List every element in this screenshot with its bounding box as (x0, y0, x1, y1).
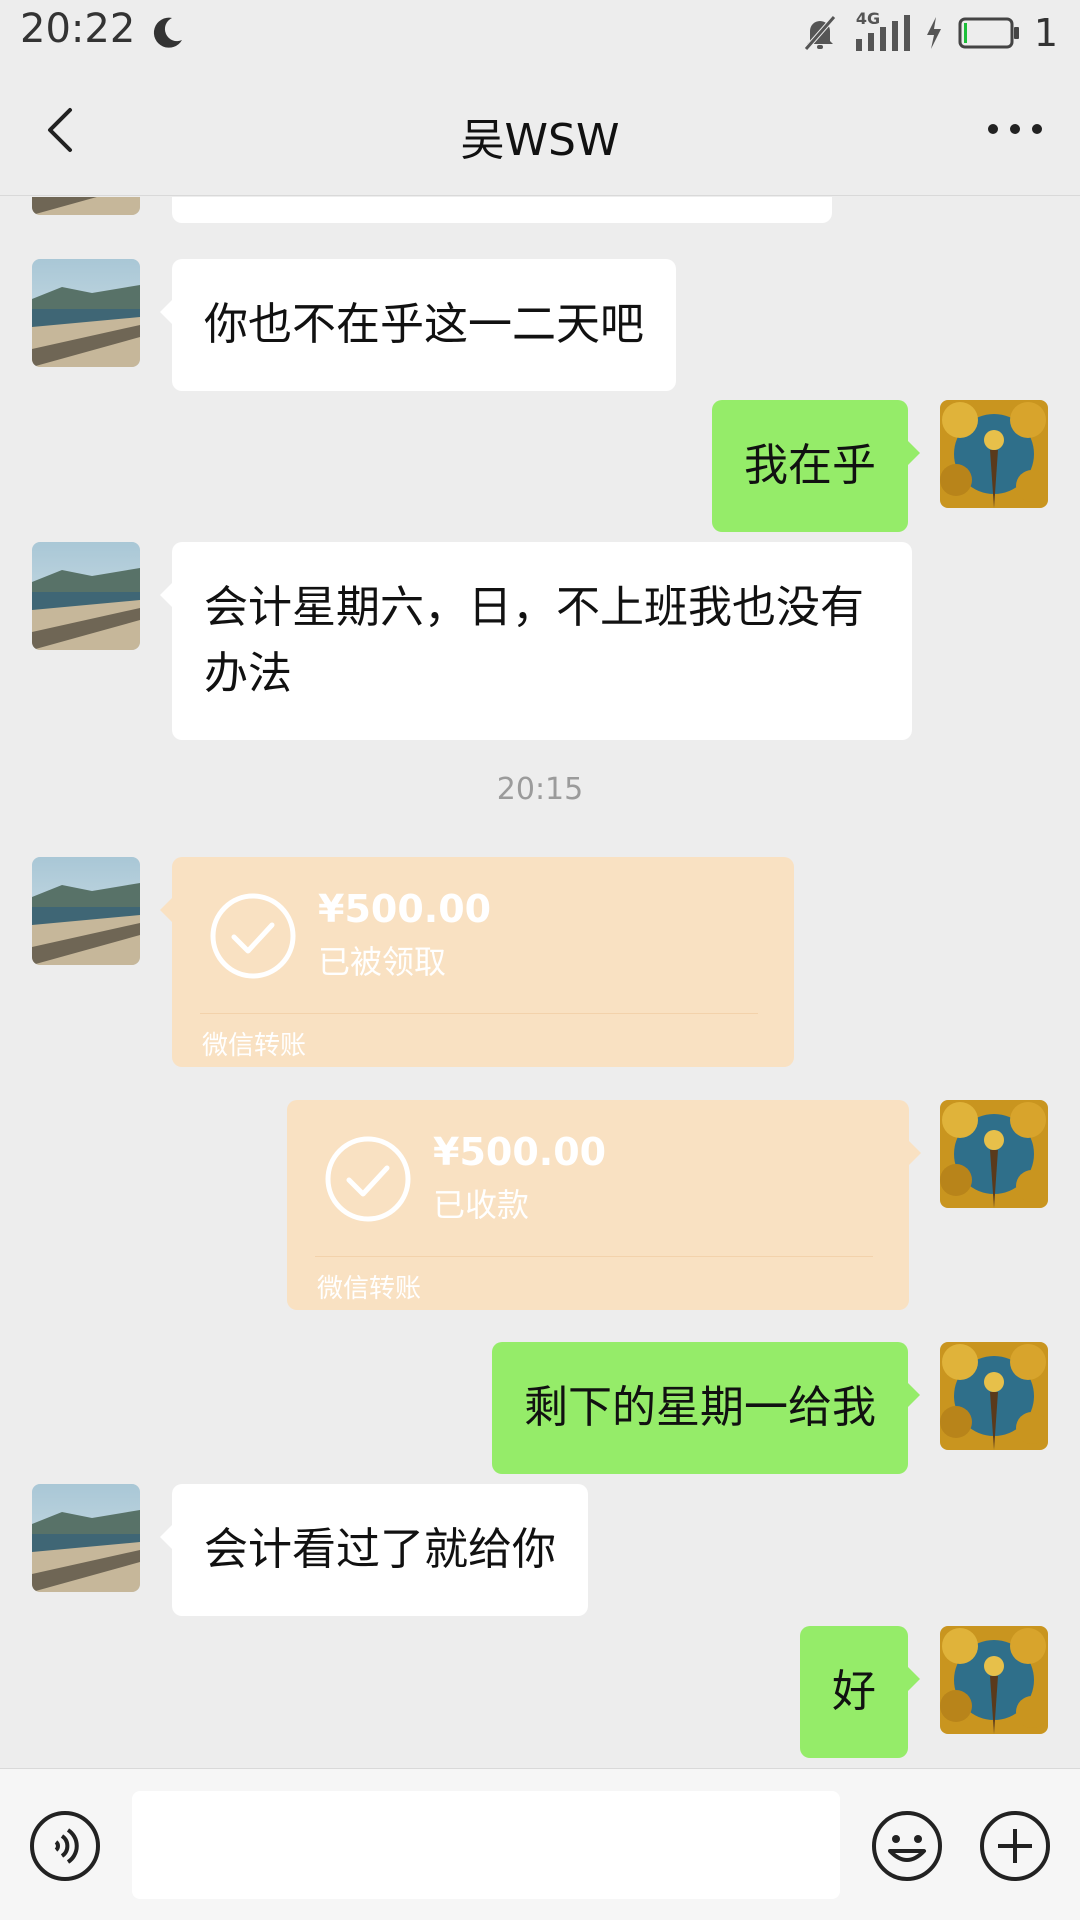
my-avatar[interactable] (940, 1100, 1048, 1208)
moon-icon (153, 17, 182, 48)
message-text: 我在乎 (744, 440, 876, 491)
input-bar (0, 1768, 1080, 1920)
battery-level: 1 (1033, 11, 1058, 55)
status-icons: 4G 1 (800, 9, 1058, 56)
charging-icon (926, 17, 941, 49)
status-time: 20:22 (20, 6, 136, 52)
battery-icon (958, 17, 1019, 49)
transfer-amount: ¥500.00 (433, 1130, 607, 1174)
my-avatar[interactable] (940, 1342, 1048, 1450)
plus-button[interactable] (978, 1809, 1052, 1883)
message-text-line: 办法 (204, 648, 292, 699)
my-avatar[interactable] (940, 400, 1048, 508)
contact-avatar[interactable] (32, 197, 140, 215)
my-avatar[interactable] (940, 1626, 1048, 1734)
transfer-label: 微信转账 (317, 1274, 422, 1304)
chat-screen: 20:22 4G 1 吴WSW 你也不在乎这一二天吧 我在乎 会计星期六，日，不… (0, 0, 1080, 1920)
chat-area[interactable]: 你也不在乎这一二天吧 我在乎 会计星期六，日，不上班我也没有 办法 20:15 (0, 197, 1080, 1767)
message-text: 剩下的星期一给我 (524, 1382, 876, 1433)
transfer-divider (315, 1256, 873, 1257)
status-bar: 20:22 4G 1 (0, 0, 1080, 66)
nav-bar: 吴WSW (0, 66, 1080, 196)
message-bubble[interactable]: 好 (800, 1626, 920, 1758)
contact-avatar[interactable] (32, 1484, 140, 1592)
check-circle-icon (210, 893, 296, 979)
voice-button[interactable] (28, 1809, 102, 1883)
transfer-card[interactable]: ¥500.00 已被领取 微信转账 (160, 857, 794, 1067)
message-text-line: 会计星期六，日，不上班我也没有 (204, 582, 864, 633)
message-bubble[interactable]: 剩下的星期一给我 (492, 1342, 920, 1474)
message-text: 会计看过了就给你 (204, 1524, 556, 1575)
message-bubble[interactable] (172, 197, 832, 223)
message-bubble[interactable]: 我在乎 (712, 400, 920, 532)
transfer-status: 已被领取 (318, 943, 447, 981)
bell-muted-icon (803, 15, 836, 51)
check-circle-icon (325, 1136, 411, 1222)
transfer-card[interactable]: ¥500.00 已收款 微信转账 (287, 1100, 921, 1310)
time-divider: 20:15 (496, 772, 584, 807)
transfer-amount: ¥500.00 (318, 887, 492, 931)
message-input[interactable] (132, 1791, 840, 1899)
chat-title: 吴WSW (460, 115, 620, 166)
contact-avatar[interactable] (32, 857, 140, 965)
message-text: 好 (832, 1666, 876, 1717)
contact-avatar[interactable] (32, 259, 140, 367)
message-text: 你也不在乎这一二天吧 (204, 299, 644, 350)
transfer-status: 已收款 (433, 1186, 530, 1224)
transfer-divider (200, 1013, 758, 1014)
message-bubble[interactable]: 你也不在乎这一二天吧 (160, 259, 676, 391)
message-bubble[interactable]: 会计看过了就给你 (160, 1484, 588, 1616)
transfer-label: 微信转账 (202, 1031, 307, 1061)
contact-avatar[interactable] (32, 542, 140, 650)
emoji-button[interactable] (870, 1809, 944, 1883)
more-button[interactable] (980, 104, 1050, 154)
message-bubble[interactable]: 会计星期六，日，不上班我也没有 办法 (160, 542, 912, 740)
signal-4g-icon: 4G (854, 9, 910, 53)
more-dots-icon (988, 124, 1042, 134)
